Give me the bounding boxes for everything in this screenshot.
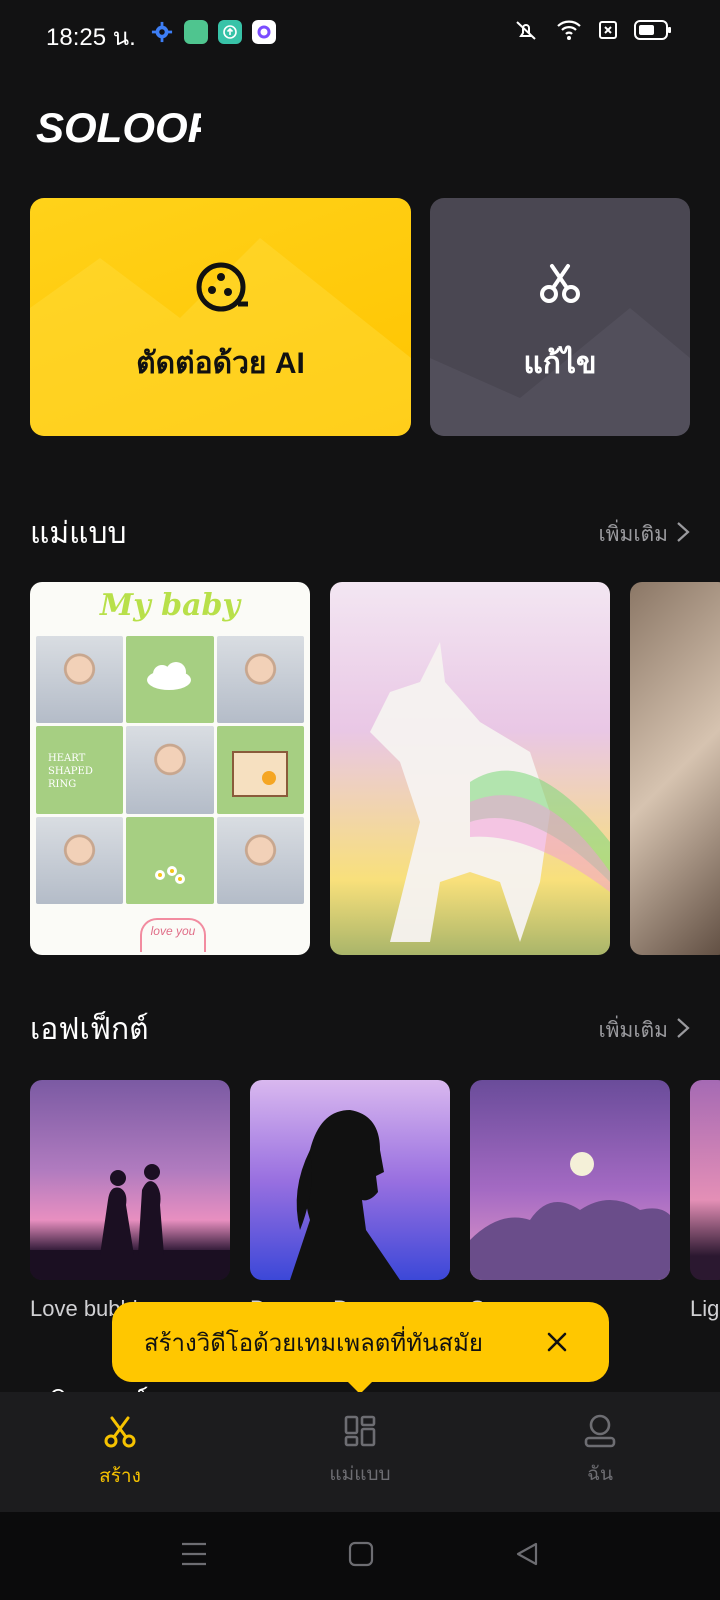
effect-card-dreamy[interactable] — [250, 1080, 450, 1280]
wifi-icon — [556, 19, 582, 46]
close-icon[interactable] — [539, 1324, 575, 1360]
template-card-my-baby[interactable]: My baby HEART SHAPED RING love you — [30, 582, 310, 955]
collage-photo — [36, 636, 124, 724]
battery-icon — [634, 19, 672, 46]
collage-photo — [216, 816, 304, 904]
girl-silhouette — [290, 1110, 400, 1280]
effects-more-label: เพิ่มเติม — [598, 1019, 668, 1042]
template-collage: HEART SHAPED RING — [36, 636, 304, 904]
system-nav-bar — [0, 1512, 720, 1600]
edit-label: แก้ไข — [523, 347, 597, 380]
nav-item-me[interactable]: ฉัน — [480, 1392, 720, 1512]
film-reel-icon — [194, 260, 248, 319]
logo-text: SOLOOP — [36, 106, 201, 148]
app-icon-purple — [252, 20, 276, 44]
templates-section-title: แม่แบบ — [30, 517, 127, 550]
effect-card-love-bubbles[interactable] — [30, 1080, 230, 1280]
effect-label-light: Light — [690, 1296, 720, 1321]
settings-icon — [150, 20, 174, 44]
card-background-shape — [430, 308, 690, 436]
collage-photo — [126, 726, 214, 814]
app-icon-green — [184, 20, 208, 44]
template-card-partial[interactable] — [630, 582, 720, 955]
template-icon — [343, 1414, 377, 1453]
chevron-right-icon — [676, 1017, 690, 1045]
moon-clouds — [470, 1152, 670, 1280]
scissors-icon — [102, 1414, 138, 1455]
effect-card-summer[interactable] — [470, 1080, 670, 1280]
effect-card-partial[interactable] — [690, 1080, 720, 1280]
status-right — [512, 18, 672, 47]
template-love-badge: love you — [140, 918, 206, 952]
status-bar: 18:25 น. — [0, 0, 720, 64]
template-card-unicorn[interactable] — [330, 582, 610, 955]
effects-section-title: เอฟเฟ็กต์ — [30, 1013, 149, 1046]
scissors-icon — [536, 260, 584, 313]
status-app-icons — [150, 20, 276, 44]
collage-box-tile — [216, 726, 304, 814]
menu-icon[interactable] — [180, 1541, 208, 1572]
chevron-right-icon — [676, 521, 690, 549]
nav-item-templates[interactable]: แม่แบบ — [240, 1392, 480, 1512]
couple-silhouette — [30, 1164, 230, 1280]
template-baby-title: My baby — [100, 588, 240, 623]
ai-cut-label: ตัดต่อด้วย AI — [136, 347, 305, 380]
mute-icon — [512, 18, 540, 47]
status-time: 18:25 น. — [46, 24, 136, 51]
tooltip-text: สร้างวิดีโอด้วยเทมเพลตที่ทันสมัย — [144, 1329, 483, 1357]
templates-more-label: เพิ่มเติม — [598, 523, 668, 546]
edit-card[interactable]: แก้ไข — [430, 198, 690, 436]
profile-icon — [583, 1414, 617, 1453]
collage-text-tile: HEART SHAPED RING — [36, 726, 124, 814]
ai-cut-card[interactable]: ตัดต่อด้วย AI — [30, 198, 411, 436]
back-icon[interactable] — [514, 1541, 540, 1572]
onboarding-tooltip: สร้างวิดีโอด้วยเทมเพลตที่ทันสมัย — [112, 1302, 609, 1394]
collage-flower-tile — [126, 816, 214, 904]
nav-label-create: สร้าง — [99, 1466, 141, 1487]
templates-more-link[interactable]: เพิ่มเติม — [598, 518, 690, 551]
sim-icon — [598, 20, 618, 45]
app-icon-teal — [218, 20, 242, 44]
home-icon[interactable] — [348, 1541, 374, 1572]
nav-item-create[interactable]: สร้าง — [0, 1392, 240, 1512]
app-logo: SOLOOP — [36, 104, 217, 153]
unicorn-illustration — [370, 642, 610, 942]
effects-more-link[interactable]: เพิ่มเติม — [598, 1014, 690, 1047]
collage-cloud-tile — [126, 636, 214, 724]
nav-label-templates: แม่แบบ — [329, 1464, 391, 1485]
nav-label-me: ฉัน — [587, 1464, 613, 1485]
bottom-nav: สร้าง แม่แบบ ฉัน — [0, 1392, 720, 1512]
collage-photo — [216, 636, 304, 724]
collage-photo — [36, 816, 124, 904]
